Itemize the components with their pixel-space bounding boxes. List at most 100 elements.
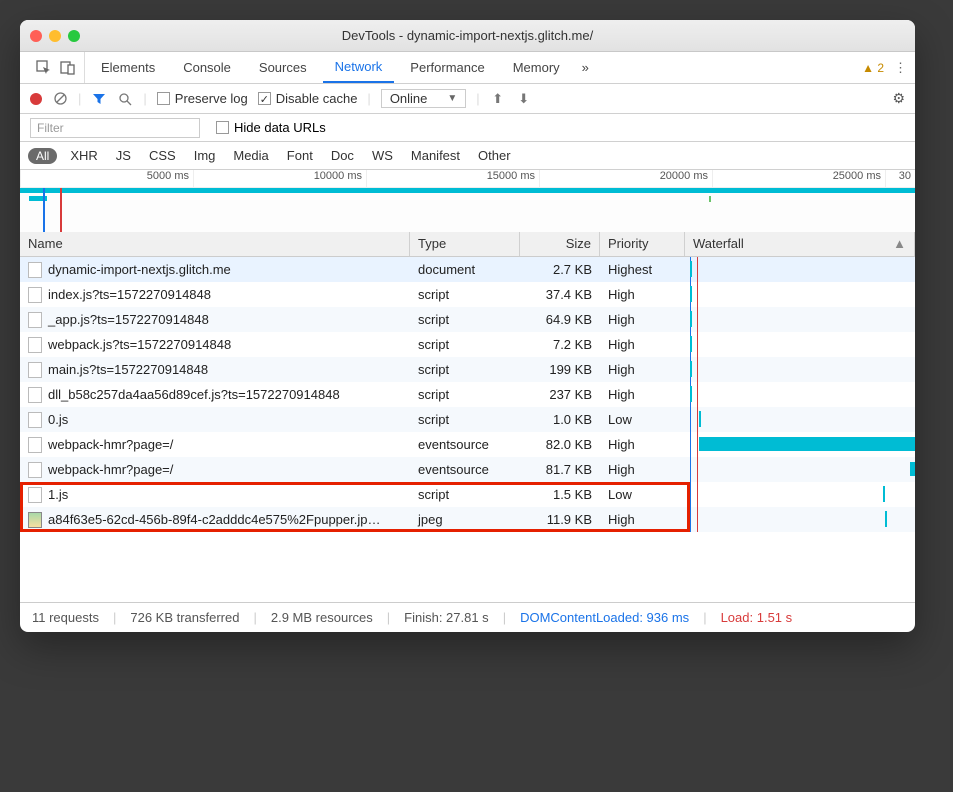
type-filter-doc[interactable]: Doc	[326, 148, 359, 163]
request-size: 81.7 KB	[520, 462, 600, 477]
request-name: dynamic-import-nextjs.glitch.me	[48, 262, 231, 277]
request-priority: High	[600, 312, 685, 327]
search-icon[interactable]	[117, 91, 133, 107]
empty-area	[20, 532, 915, 602]
table-row[interactable]: index.js?ts=1572270914848script37.4 KBHi…	[20, 282, 915, 307]
request-priority: High	[600, 512, 685, 527]
request-name: _app.js?ts=1572270914848	[48, 312, 209, 327]
table-row[interactable]: 0.jsscript1.0 KBLow	[20, 407, 915, 432]
request-name: dll_b58c257da4aa56d89cef.js?ts=157227091…	[48, 387, 340, 402]
preserve-log-checkbox[interactable]: Preserve log	[157, 91, 248, 106]
col-header-priority[interactable]: Priority	[600, 232, 685, 256]
titlebar[interactable]: DevTools - dynamic-import-nextjs.glitch.…	[20, 20, 915, 52]
type-filter-font[interactable]: Font	[282, 148, 318, 163]
record-button[interactable]	[30, 93, 42, 105]
network-toolbar: | | Preserve log Disable cache | Online▼…	[20, 84, 915, 114]
filter-toggle-icon[interactable]	[91, 91, 107, 107]
type-filter-js[interactable]: JS	[111, 148, 136, 163]
tab-network[interactable]: Network	[323, 52, 395, 83]
request-priority: High	[600, 287, 685, 302]
table-row[interactable]: dynamic-import-nextjs.glitch.medocument2…	[20, 257, 915, 282]
timeline-overview[interactable]: 5000 ms 10000 ms 15000 ms 20000 ms 25000…	[20, 170, 915, 232]
request-waterfall	[685, 432, 915, 457]
type-filter-ws[interactable]: WS	[367, 148, 398, 163]
status-transferred: 726 KB transferred	[130, 610, 239, 625]
device-toggle-icon[interactable]	[60, 60, 76, 76]
select-element-icon[interactable]	[36, 60, 52, 76]
type-filter-img[interactable]: Img	[189, 148, 221, 163]
request-size: 199 KB	[520, 362, 600, 377]
type-filter-bar: All XHR JS CSS Img Media Font Doc WS Man…	[20, 142, 915, 170]
file-icon	[28, 362, 42, 378]
request-priority: High	[600, 437, 685, 452]
col-header-name[interactable]: Name	[20, 232, 410, 256]
tab-memory[interactable]: Memory	[501, 52, 572, 83]
timeline-body	[20, 188, 915, 232]
request-priority: High	[600, 387, 685, 402]
more-tabs-button[interactable]: »	[576, 52, 595, 83]
request-size: 11.9 KB	[520, 512, 600, 527]
file-icon	[28, 337, 42, 353]
tab-console[interactable]: Console	[171, 52, 243, 83]
throttling-select[interactable]: Online▼	[381, 89, 466, 108]
request-size: 1.5 KB	[520, 487, 600, 502]
warning-badge[interactable]: ▲ 2	[862, 60, 884, 75]
file-icon	[28, 462, 42, 478]
close-window-button[interactable]	[30, 30, 42, 42]
type-filter-other[interactable]: Other	[473, 148, 516, 163]
upload-har-icon[interactable]: ⬆	[490, 91, 506, 107]
request-size: 2.7 KB	[520, 262, 600, 277]
file-icon	[28, 487, 42, 503]
request-name: a84f63e5-62cd-456b-89f4-c2adddc4e575%2Fp…	[48, 512, 380, 527]
table-row[interactable]: dll_b58c257da4aa56d89cef.js?ts=157227091…	[20, 382, 915, 407]
table-row[interactable]: a84f63e5-62cd-456b-89f4-c2adddc4e575%2Fp…	[20, 507, 915, 532]
type-filter-media[interactable]: Media	[228, 148, 273, 163]
type-filter-all[interactable]: All	[28, 148, 57, 164]
status-load: Load: 1.51 s	[721, 610, 793, 625]
file-icon	[28, 262, 42, 278]
file-icon	[28, 412, 42, 428]
table-row[interactable]: 1.jsscript1.5 KBLow	[20, 482, 915, 507]
filter-input[interactable]: Filter	[30, 118, 200, 138]
tab-elements[interactable]: Elements	[89, 52, 167, 83]
request-size: 82.0 KB	[520, 437, 600, 452]
table-row[interactable]: webpack-hmr?page=/ eventsource82.0 KBHigh	[20, 432, 915, 457]
request-waterfall	[685, 332, 915, 357]
hide-data-urls-checkbox[interactable]: Hide data URLs	[216, 120, 326, 135]
request-waterfall	[685, 257, 915, 282]
clear-button[interactable]	[52, 91, 68, 107]
col-header-type[interactable]: Type	[410, 232, 520, 256]
request-type: script	[410, 287, 520, 302]
disable-cache-checkbox[interactable]: Disable cache	[258, 91, 358, 106]
settings-gear-icon[interactable]: ⚙	[892, 90, 905, 107]
type-filter-manifest[interactable]: Manifest	[406, 148, 465, 163]
request-waterfall	[685, 307, 915, 332]
download-har-icon[interactable]: ⬇	[516, 91, 532, 107]
request-waterfall	[685, 282, 915, 307]
status-dcl: DOMContentLoaded: 936 ms	[520, 610, 689, 625]
request-waterfall	[685, 457, 915, 482]
col-header-waterfall[interactable]: Waterfall▲	[685, 232, 915, 256]
tab-performance[interactable]: Performance	[398, 52, 496, 83]
panel-tabs: Elements Console Sources Network Perform…	[20, 52, 915, 84]
type-filter-xhr[interactable]: XHR	[65, 148, 102, 163]
table-row[interactable]: _app.js?ts=1572270914848script64.9 KBHig…	[20, 307, 915, 332]
type-filter-css[interactable]: CSS	[144, 148, 181, 163]
tab-sources[interactable]: Sources	[247, 52, 319, 83]
minimize-window-button[interactable]	[49, 30, 61, 42]
request-name: webpack-hmr?page=/	[48, 437, 173, 452]
table-row[interactable]: main.js?ts=1572270914848script199 KBHigh	[20, 357, 915, 382]
request-waterfall	[685, 357, 915, 382]
request-type: script	[410, 337, 520, 352]
maximize-window-button[interactable]	[68, 30, 80, 42]
request-name: 1.js	[48, 487, 68, 502]
table-row[interactable]: webpack-hmr?page=/eventsource81.7 KBHigh	[20, 457, 915, 482]
table-row[interactable]: webpack.js?ts=1572270914848script7.2 KBH…	[20, 332, 915, 357]
filter-bar: Filter Hide data URLs	[20, 114, 915, 142]
kebab-menu-icon[interactable]: ⋮	[894, 60, 907, 76]
request-priority: High	[600, 337, 685, 352]
request-type: eventsource	[410, 437, 520, 452]
col-header-size[interactable]: Size	[520, 232, 600, 256]
request-size: 7.2 KB	[520, 337, 600, 352]
table-headers: Name Type Size Priority Waterfall▲	[20, 232, 915, 257]
